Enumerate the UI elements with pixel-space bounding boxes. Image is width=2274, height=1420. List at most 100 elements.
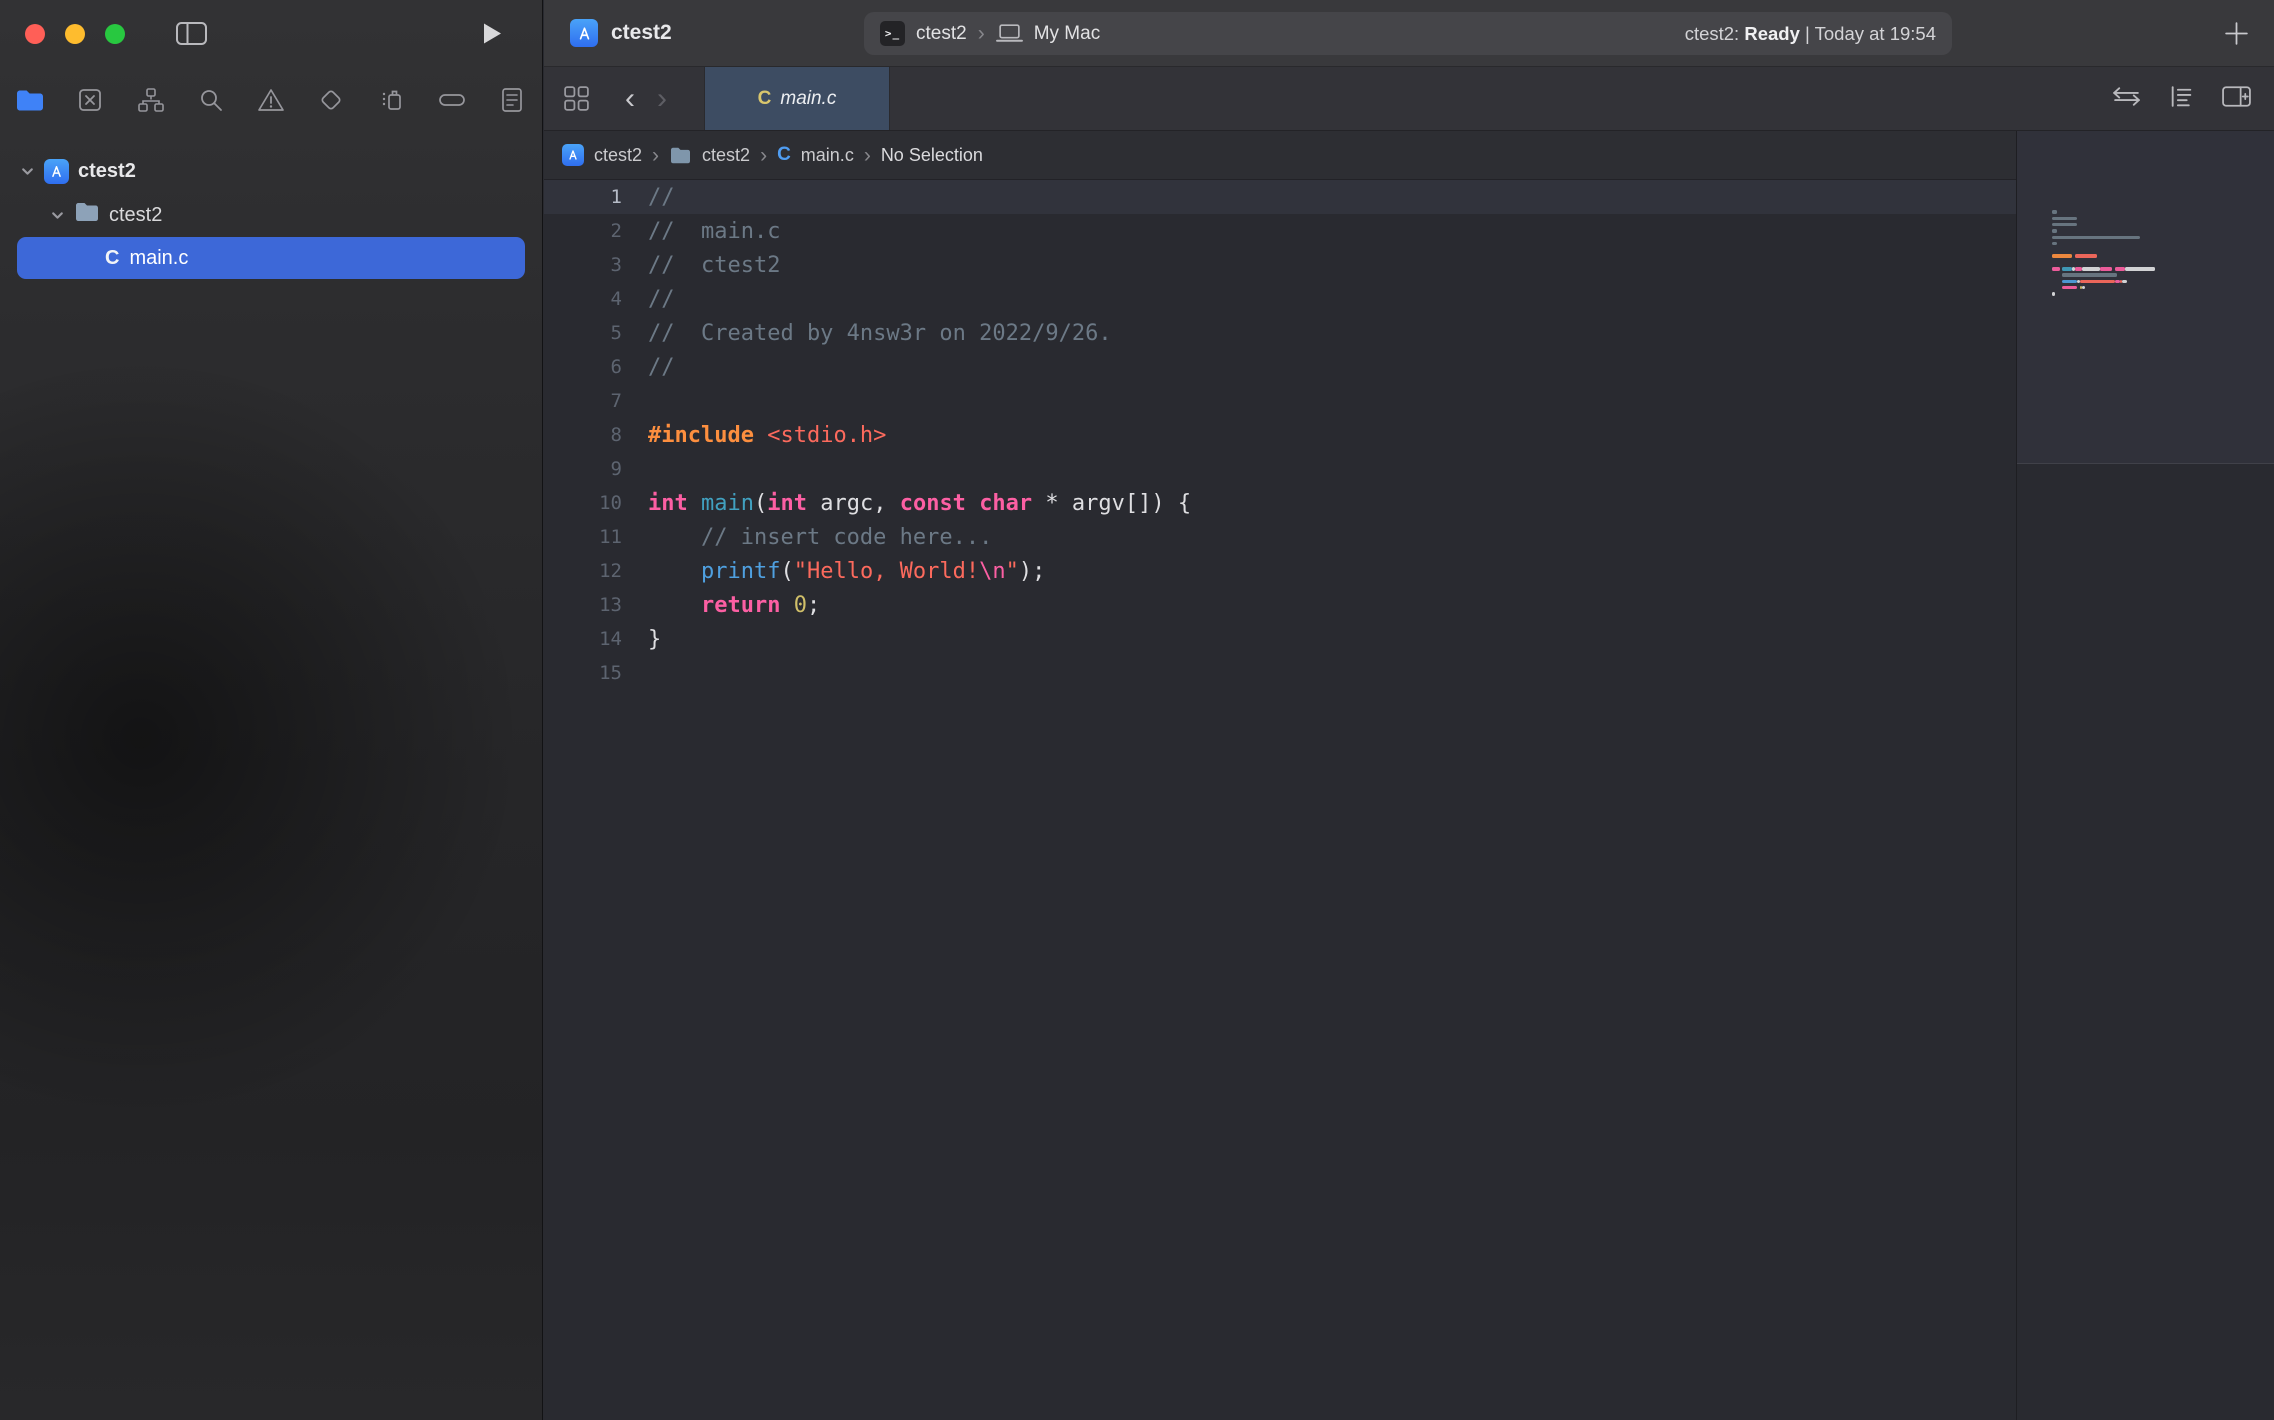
line-number[interactable]: 9 (544, 458, 622, 480)
tab-main-c[interactable]: C main.c (704, 67, 890, 130)
scheme-destination-picker[interactable]: >_ ctest2 › My Mac (880, 21, 1100, 46)
source-editor[interactable]: 1//2// main.c3// ctest24//5// Created by… (544, 180, 2016, 1420)
line-number[interactable]: 13 (544, 594, 622, 616)
debug-navigator-icon[interactable] (376, 84, 408, 116)
c-file-icon: C (105, 247, 119, 270)
code-line[interactable]: 6// (544, 350, 2016, 384)
xcode-project-icon (562, 144, 584, 166)
folder-icon (669, 146, 692, 165)
scheme-destination[interactable]: My Mac (1034, 23, 1101, 45)
tree-item-label: main.c (129, 247, 188, 270)
line-number[interactable]: 11 (544, 526, 622, 548)
project-navigator-tree: ctest2 ctest2 C main.c (0, 133, 542, 279)
code-line[interactable]: 14} (544, 622, 2016, 656)
chevron-separator: › (978, 23, 985, 44)
line-number[interactable]: 14 (544, 628, 622, 650)
go-forward-button[interactable]: › (653, 84, 671, 114)
line-number[interactable]: 2 (544, 220, 622, 242)
code-line[interactable]: 2// main.c (544, 214, 2016, 248)
line-number[interactable]: 8 (544, 424, 622, 446)
tab-label: main.c (780, 88, 836, 110)
run-button[interactable] (480, 20, 504, 47)
line-number[interactable]: 3 (544, 254, 622, 276)
breakpoint-navigator-icon[interactable] (436, 84, 468, 116)
xcode-window: ctest2 ctest2 C main.c (0, 0, 2274, 1420)
code-line[interactable]: 15 (544, 656, 2016, 690)
activity-status: ctest2: Ready | Today at 19:54 (1685, 23, 1936, 45)
line-number[interactable]: 12 (544, 560, 622, 582)
minimize-window-button[interactable] (65, 24, 85, 44)
window-controls (25, 24, 125, 44)
chevron-separator: › (864, 145, 871, 166)
code-line[interactable]: 9 (544, 452, 2016, 486)
line-number[interactable]: 1 (544, 186, 622, 208)
status-project: ctest2: (1685, 23, 1740, 44)
add-editor-icon[interactable] (2221, 84, 2252, 114)
breadcrumb-group[interactable]: ctest2 (702, 145, 750, 166)
breadcrumb-project[interactable]: ctest2 (594, 145, 642, 166)
line-number[interactable]: 4 (544, 288, 622, 310)
code-line[interactable]: 11 // insert code here... (544, 520, 2016, 554)
xcode-app-icon (570, 19, 598, 47)
scheme-selector[interactable]: >_ ctest2 › My Mac ctest2: Ready | Today… (864, 12, 1952, 55)
laptop-icon (996, 23, 1023, 44)
minimap-lines (2052, 209, 2264, 303)
go-back-button[interactable]: ‹ (621, 84, 639, 114)
breadcrumb-selection[interactable]: No Selection (881, 145, 983, 166)
disclosure-chevron-icon[interactable] (20, 164, 35, 179)
project-navigator-icon[interactable] (14, 84, 46, 116)
sidebar-toolbar (0, 0, 542, 67)
source-control-navigator-icon[interactable] (74, 84, 106, 116)
tree-item-group[interactable]: ctest2 (0, 193, 542, 237)
c-file-icon: C (777, 144, 791, 166)
breadcrumb-file[interactable]: main.c (801, 145, 854, 166)
tree-item-label: ctest2 (78, 160, 136, 183)
editor-controls (2111, 83, 2252, 115)
tree-item-label: ctest2 (109, 204, 162, 227)
code-line[interactable]: 4// (544, 282, 2016, 316)
code-line[interactable]: 1// (544, 180, 2016, 214)
scheme-terminal-icon: >_ (880, 21, 905, 46)
scheme-name[interactable]: ctest2 (916, 23, 967, 45)
tab-bar: ‹ › C main.c (544, 67, 2274, 131)
editor-options-icon[interactable] (2168, 83, 2195, 115)
code-line[interactable]: 7 (544, 384, 2016, 418)
line-number[interactable]: 7 (544, 390, 622, 412)
library-add-button[interactable] (2223, 20, 2250, 47)
jump-bar: ctest2 › ctest2 › C main.c › No Selectio… (544, 131, 2016, 180)
tab-overview-icon[interactable] (562, 84, 591, 113)
line-number[interactable]: 15 (544, 662, 622, 684)
code-line[interactable]: 12 printf("Hello, World!\n"); (544, 554, 2016, 588)
line-number[interactable]: 5 (544, 322, 622, 344)
toggle-sidebar-icon[interactable] (175, 20, 208, 47)
folder-icon (74, 201, 100, 229)
disclosure-chevron-icon[interactable] (50, 208, 65, 223)
minimap[interactable] (2016, 131, 2274, 1420)
zoom-window-button[interactable] (105, 24, 125, 44)
status-time: Today at 19:54 (1815, 23, 1936, 44)
status-state: Ready (1744, 23, 1800, 44)
line-number[interactable]: 6 (544, 356, 622, 378)
find-navigator-icon[interactable] (195, 84, 227, 116)
report-navigator-icon[interactable] (496, 84, 528, 116)
status-divider: | (1805, 23, 1810, 44)
main-area: ctest2 >_ ctest2 › My Mac ctest2: Ready … (544, 0, 2274, 1420)
tree-item-file-selected[interactable]: C main.c (17, 237, 525, 279)
c-file-icon: C (758, 88, 772, 110)
symbol-navigator-icon[interactable] (135, 84, 167, 116)
sidebar: ctest2 ctest2 C main.c (0, 0, 543, 1420)
window-title: ctest2 (611, 21, 672, 45)
test-navigator-icon[interactable] (315, 84, 347, 116)
code-lines: 1//2// main.c3// ctest24//5// Created by… (544, 180, 2016, 690)
navigator-bar (0, 67, 542, 133)
code-line[interactable]: 3// ctest2 (544, 248, 2016, 282)
code-line[interactable]: 8#include <stdio.h> (544, 418, 2016, 452)
code-line[interactable]: 13 return 0; (544, 588, 2016, 622)
issue-navigator-icon[interactable] (255, 84, 287, 116)
code-review-icon[interactable] (2111, 84, 2142, 114)
code-line[interactable]: 5// Created by 4nsw3r on 2022/9/26. (544, 316, 2016, 350)
line-number[interactable]: 10 (544, 492, 622, 514)
tree-item-project[interactable]: ctest2 (0, 149, 542, 193)
close-window-button[interactable] (25, 24, 45, 44)
code-line[interactable]: 10int main(int argc, const char * argv[]… (544, 486, 2016, 520)
